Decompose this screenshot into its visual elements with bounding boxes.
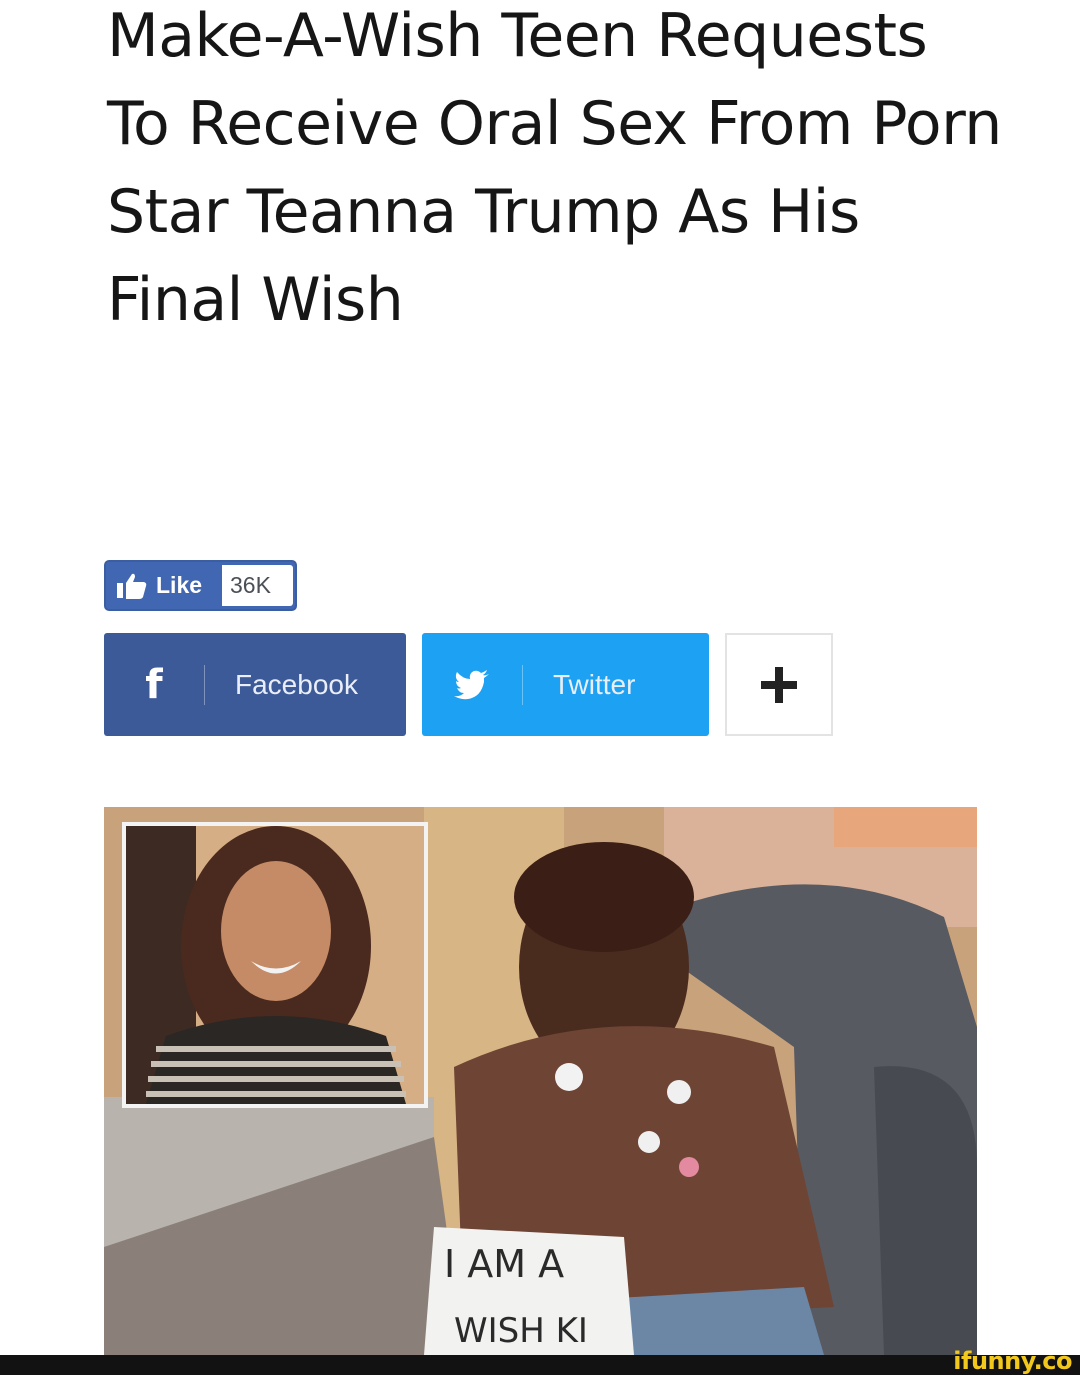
facebook-icon: f: [145, 661, 163, 708]
article-headline: Make-A-Wish Teen Requests To Receive Ora…: [107, 1, 1002, 335]
facebook-share-button[interactable]: f Facebook: [104, 633, 406, 736]
twitter-share-label: Twitter: [553, 668, 636, 700]
like-label: Like: [156, 572, 203, 598]
thumbs-up-icon: [117, 573, 147, 599]
sign-text-line2: WISH KI: [454, 1311, 588, 1351]
twitter-share-button[interactable]: Twitter: [422, 633, 709, 736]
like-count: 36K: [222, 565, 293, 606]
ifunny-watermark: ifunny.co: [953, 1347, 1072, 1375]
facebook-share-label: Facebook: [235, 668, 358, 700]
more-share-button[interactable]: [725, 633, 833, 736]
inset-portrait: [122, 822, 428, 1108]
twitter-bird-icon: [454, 669, 489, 699]
footer-bar: [0, 1355, 1080, 1375]
page: Make-A-Wish Teen Requests To Receive Ora…: [0, 0, 1080, 1375]
sign-text-line1: I AM A: [444, 1242, 564, 1286]
inset-portrait-illustration: [126, 826, 424, 1104]
plus-icon: [761, 666, 797, 703]
